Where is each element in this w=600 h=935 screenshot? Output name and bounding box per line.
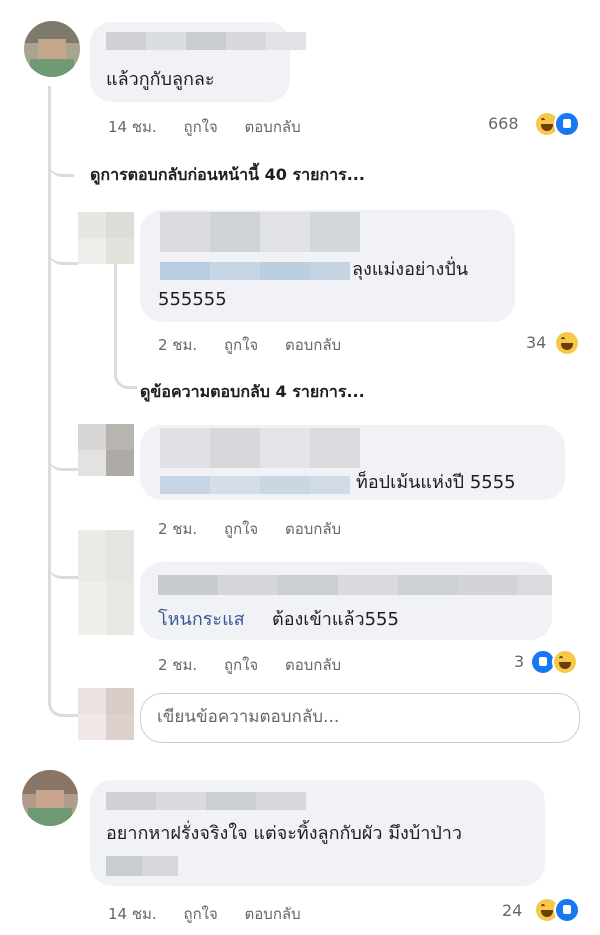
view-more-replies-link[interactable]: ดูข้อความตอบกลับ 4 รายการ... bbox=[140, 380, 365, 405]
sub-thread-line bbox=[114, 262, 117, 370]
thread-branch bbox=[48, 242, 78, 265]
comment-meta: 14 ชม. ถูกใจ ตอบกลับ bbox=[108, 902, 323, 926]
redacted-author-name bbox=[160, 428, 360, 468]
redacted-author-name bbox=[106, 792, 306, 810]
thread-branch bbox=[48, 690, 81, 717]
comment-text: อยากหาฝรั่งจริงใจ แต่จะทิ้งลูกกับผัว มึง… bbox=[106, 823, 463, 844]
like-link[interactable]: ถูกใจ bbox=[224, 656, 258, 674]
comment-meta: 14 ชม. ถูกใจ ตอบกลับ bbox=[108, 115, 323, 139]
like-link[interactable]: ถูกใจ bbox=[224, 336, 258, 354]
reaction-count[interactable]: 34 bbox=[526, 333, 546, 352]
comment-time[interactable]: 14 ชม. bbox=[108, 118, 157, 136]
redacted-author-name bbox=[160, 212, 360, 252]
sub-thread-branch bbox=[114, 364, 137, 389]
like-icon bbox=[554, 897, 580, 923]
avatar[interactable] bbox=[78, 424, 134, 476]
current-user-avatar bbox=[78, 688, 134, 740]
reply-link[interactable]: ตอบกลับ bbox=[285, 336, 341, 354]
reaction-count[interactable]: 24 bbox=[502, 901, 522, 920]
like-link[interactable]: ถูกใจ bbox=[224, 520, 258, 538]
thread-line bbox=[48, 86, 51, 701]
like-icon bbox=[554, 111, 580, 137]
avatar[interactable] bbox=[24, 21, 80, 77]
avatar[interactable] bbox=[22, 770, 78, 826]
comment-text: แล้วกูกับลูกละ bbox=[106, 69, 215, 90]
reply-meta: 2 ชม. ถูกใจ ตอบกลับ bbox=[158, 333, 363, 357]
reply-text: 555555 bbox=[158, 289, 227, 310]
redacted-author-name bbox=[106, 32, 306, 50]
reply-text: ลุงแม่งอย่างปั่น bbox=[352, 259, 469, 280]
like-link[interactable]: ถูกใจ bbox=[183, 905, 217, 923]
reply-link[interactable]: ตอบกลับ bbox=[285, 520, 341, 538]
reply-input[interactable]: เขียนข้อความตอบกลับ... bbox=[140, 693, 580, 743]
comment-time[interactable]: 2 ชม. bbox=[158, 656, 197, 674]
reply-link[interactable]: ตอบกลับ bbox=[285, 656, 341, 674]
reaction-count[interactable]: 3 bbox=[514, 652, 524, 671]
reply-text: ท็อปเม้นแห่งปี 5555 bbox=[356, 472, 516, 493]
reaction-count[interactable]: 668 bbox=[488, 114, 519, 133]
comment-time[interactable]: 14 ชม. bbox=[108, 905, 157, 923]
redacted-text bbox=[106, 856, 178, 876]
reply-link[interactable]: ตอบกลับ bbox=[245, 905, 301, 923]
thread-branch bbox=[48, 150, 74, 177]
like-link[interactable]: ถูกใจ bbox=[183, 118, 217, 136]
thread-branch bbox=[48, 450, 78, 471]
comment-time[interactable]: 2 ชม. bbox=[158, 336, 197, 354]
haha-icon bbox=[554, 330, 580, 356]
reply-meta: 2 ชม. ถูกใจ ตอบกลับ bbox=[158, 517, 363, 541]
comment-time[interactable]: 2 ชม. bbox=[158, 520, 197, 538]
redacted-mention bbox=[160, 262, 350, 280]
haha-icon bbox=[552, 649, 578, 675]
avatar[interactable] bbox=[78, 212, 134, 264]
view-previous-replies-link[interactable]: ดูการตอบกลับก่อนหน้านี้ 40 รายการ... bbox=[90, 163, 365, 188]
reply-link[interactable]: ตอบกลับ bbox=[245, 118, 301, 136]
thread-branch bbox=[48, 556, 78, 579]
redacted-author-name bbox=[158, 575, 552, 595]
mention-link[interactable]: โหนกระแส bbox=[158, 608, 245, 632]
redacted-mention bbox=[160, 476, 350, 494]
reply-meta: 2 ชม. ถูกใจ ตอบกลับ bbox=[158, 653, 363, 677]
avatar[interactable] bbox=[78, 530, 134, 635]
reply-text: ต้องเข้าแล้ว555 bbox=[272, 609, 399, 630]
